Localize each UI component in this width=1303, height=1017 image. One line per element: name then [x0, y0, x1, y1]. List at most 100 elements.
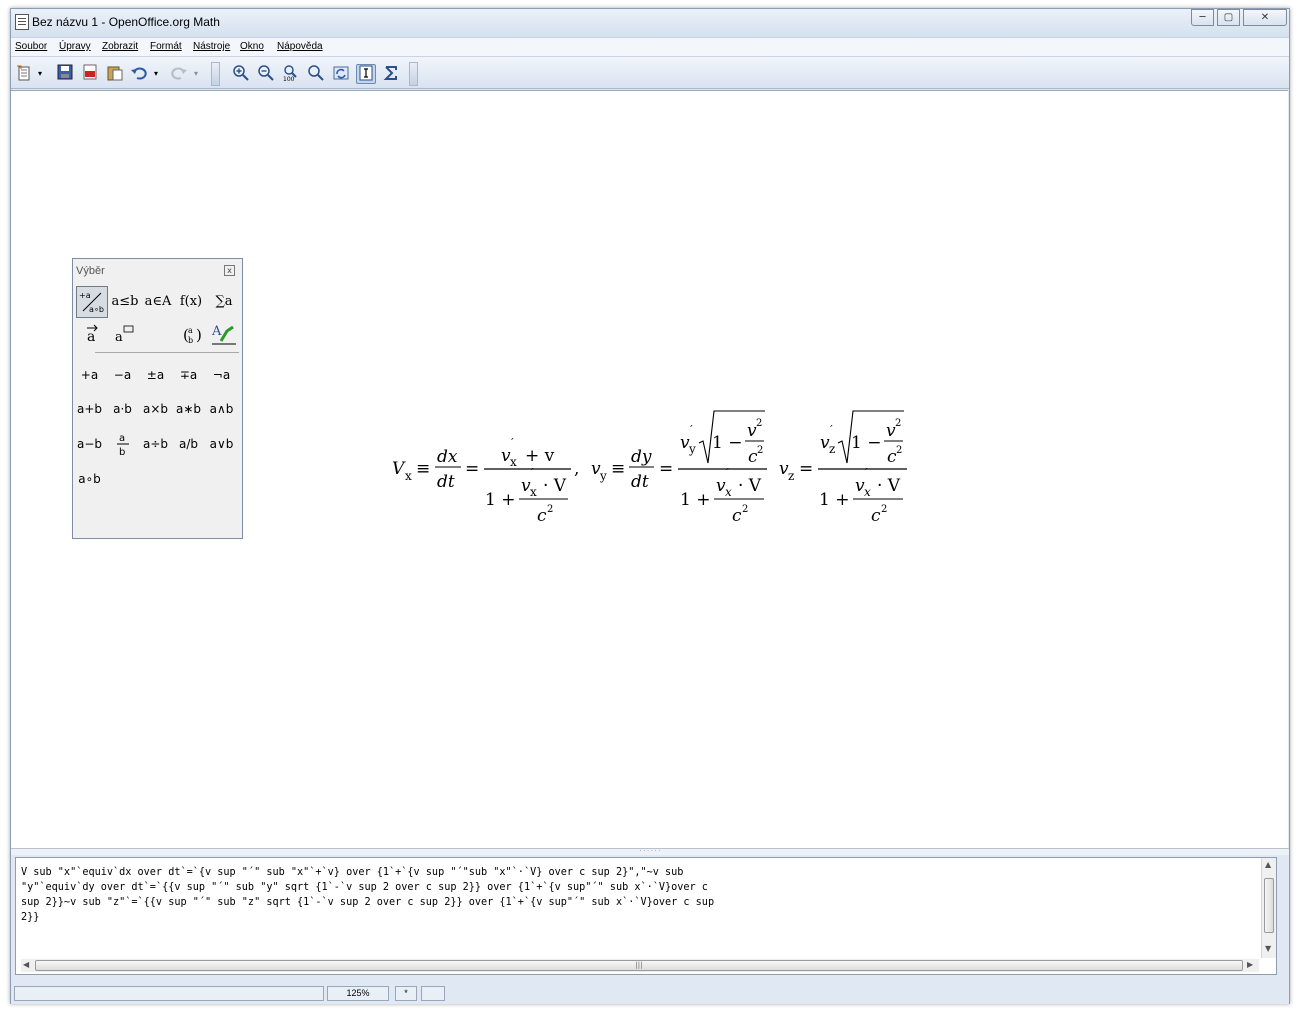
- maximize-button[interactable]: ▢: [1217, 9, 1240, 26]
- vector-attribute-icon: a: [87, 324, 98, 345]
- formula-c-sup-sq-1: 2: [757, 445, 763, 456]
- svg-text:+a: +a: [79, 291, 91, 300]
- undo-icon[interactable]: [129, 64, 149, 84]
- menu-upravy[interactable]: Úpravy: [59, 41, 91, 52]
- status-zoom[interactable]: 125%: [327, 986, 389, 1001]
- category-operators[interactable]: ∑a: [208, 286, 240, 318]
- scroll-down-icon[interactable]: ▼: [1265, 944, 1271, 953]
- symbol-addition[interactable]: a+b: [73, 396, 106, 422]
- symbols-icon[interactable]: [381, 64, 401, 84]
- category-brackets[interactable]: () a b: [175, 319, 207, 351]
- symbol-not[interactable]: ¬a: [205, 362, 238, 388]
- zoom-in-icon[interactable]: [231, 64, 251, 84]
- category-relations[interactable]: a≤b: [109, 286, 141, 318]
- svg-text:a: a: [87, 329, 95, 345]
- export-pdf-icon[interactable]: [80, 64, 100, 84]
- symbol-dot-product[interactable]: a·b: [106, 396, 139, 422]
- formula-equiv-2: ≡: [611, 459, 625, 479]
- status-bar: 125% *: [11, 982, 1289, 1004]
- formula-comma: ,: [574, 459, 579, 479]
- menu-soubor[interactable]: Soubor: [15, 41, 47, 52]
- svg-text:a: a: [115, 330, 123, 345]
- category-set-operations[interactable]: a∈A: [142, 286, 174, 318]
- formula-equiv-1: ≡: [416, 459, 430, 479]
- category-others[interactable]: a: [109, 319, 141, 351]
- status-field-info: [14, 986, 324, 1001]
- horizontal-scrollbar[interactable]: ◀ ||| ▶: [21, 959, 1259, 972]
- formula-eq-3: =: [799, 459, 813, 479]
- zoom-out-icon[interactable]: [256, 64, 276, 84]
- selection-panel-divider: [95, 352, 239, 353]
- formula-c-1: c: [537, 506, 547, 526]
- symbol-negative[interactable]: −a: [106, 362, 139, 388]
- close-button[interactable]: ✕: [1243, 9, 1287, 26]
- category-functions[interactable]: f(x): [175, 286, 207, 318]
- brackets-icon: ()ab: [183, 326, 202, 345]
- symbol-minus-plus[interactable]: ∓a: [172, 362, 205, 388]
- window-splitter[interactable]: · · · · · ·: [11, 848, 1289, 855]
- menu-zobrazit[interactable]: Zobrazit: [102, 41, 138, 52]
- symbol-and[interactable]: a∧b: [205, 396, 238, 422]
- selection-panel[interactable]: Výběr x +a a∘b a≤b a∈A f(x) ∑a a a () a b A…: [72, 258, 243, 539]
- scroll-left-icon[interactable]: ◀: [23, 960, 29, 969]
- formula-sub-y-1: y: [688, 442, 696, 456]
- symbol-slash[interactable]: a/b: [172, 431, 205, 457]
- zoom-100-icon[interactable]: 100: [281, 64, 301, 84]
- symbol-division[interactable]: a÷b: [139, 431, 172, 457]
- formula-prime-1: ´: [509, 437, 515, 450]
- symbol-asterisk[interactable]: a∗b: [172, 396, 205, 422]
- menu-okno[interactable]: Okno: [240, 41, 264, 52]
- show-all-icon[interactable]: [306, 64, 326, 84]
- formula-one-plus-2: 1 +: [680, 490, 710, 510]
- new-document-dropdown-icon[interactable]: ▾: [35, 64, 45, 84]
- minimize-button[interactable]: ─: [1191, 9, 1214, 26]
- save-icon[interactable]: [55, 64, 75, 84]
- toolbar-grip-1[interactable]: [211, 62, 220, 86]
- menu-napoveda[interactable]: Nápověda: [277, 41, 323, 52]
- others-icon: a: [115, 325, 134, 345]
- formula-c-sup-sq-2: 2: [896, 445, 902, 456]
- formula-dot-V-2: · V: [738, 476, 762, 496]
- commands-panel[interactable]: V sub "x"`equiv`dx over dt`=`{v sup "´" …: [15, 857, 1277, 975]
- scroll-right-icon[interactable]: ▶: [1247, 960, 1253, 969]
- menu-format[interactable]: Formát: [150, 41, 182, 52]
- category-formats[interactable]: A: [208, 319, 240, 351]
- scroll-up-icon[interactable]: ▲: [1265, 860, 1271, 869]
- unary-binary-icon: +a a∘b: [79, 291, 104, 314]
- paste-icon[interactable]: [105, 64, 125, 84]
- symbol-multiplication[interactable]: a×b: [139, 396, 172, 422]
- commands-editor[interactable]: V sub "x"`equiv`dx over dt`=`{v sup "´" …: [21, 865, 1259, 955]
- symbol-concatenate[interactable]: a∘b: [73, 466, 106, 492]
- vertical-scrollbar[interactable]: ▲ ▼: [1261, 858, 1276, 958]
- command-line-4: 2}}: [21, 912, 40, 923]
- update-icon[interactable]: [331, 64, 351, 84]
- formula-sub-x-2: x: [530, 485, 537, 499]
- formula-V: V: [392, 459, 406, 479]
- new-document-icon[interactable]: [15, 64, 35, 84]
- formula-prime-3: ´: [688, 424, 694, 437]
- redo-dropdown-icon[interactable]: ▾: [191, 64, 201, 84]
- vertical-scroll-thumb[interactable]: [1264, 878, 1274, 933]
- toolbar-grip-2[interactable]: [409, 62, 418, 86]
- formula-sub-x-4: x: [864, 485, 871, 499]
- horizontal-scroll-thumb[interactable]: |||: [35, 960, 1243, 971]
- symbol-subtraction[interactable]: a−b: [73, 431, 106, 457]
- undo-dropdown-icon[interactable]: ▾: [151, 64, 161, 84]
- formula-v-sub-z: z: [788, 469, 794, 483]
- menu-nastroje[interactable]: Nástroje: [193, 41, 230, 52]
- category-attributes[interactable]: a: [76, 319, 108, 351]
- symbol-plus-minus[interactable]: ±a: [139, 362, 172, 388]
- selection-panel-close-button[interactable]: x: [224, 265, 235, 276]
- formula-cursor-icon[interactable]: [356, 64, 376, 84]
- formula-sqrt-body-2: 1 −: [851, 433, 881, 453]
- symbol-positive[interactable]: +a: [73, 362, 106, 388]
- formula-eq-2: =: [659, 459, 673, 479]
- redo-icon[interactable]: [169, 64, 189, 84]
- symbol-fraction[interactable]: ab: [106, 431, 139, 458]
- command-line-2: "y"`equiv`dy over dt`=`{{v sup "´" sub "…: [21, 882, 708, 893]
- svg-text:b: b: [119, 447, 125, 457]
- selection-panel-title: Výběr: [76, 265, 105, 277]
- formula-dot-V-1: · V: [543, 476, 567, 496]
- symbol-or[interactable]: a∨b: [205, 431, 238, 457]
- category-unary-binary-operators[interactable]: +a a∘b: [76, 286, 108, 318]
